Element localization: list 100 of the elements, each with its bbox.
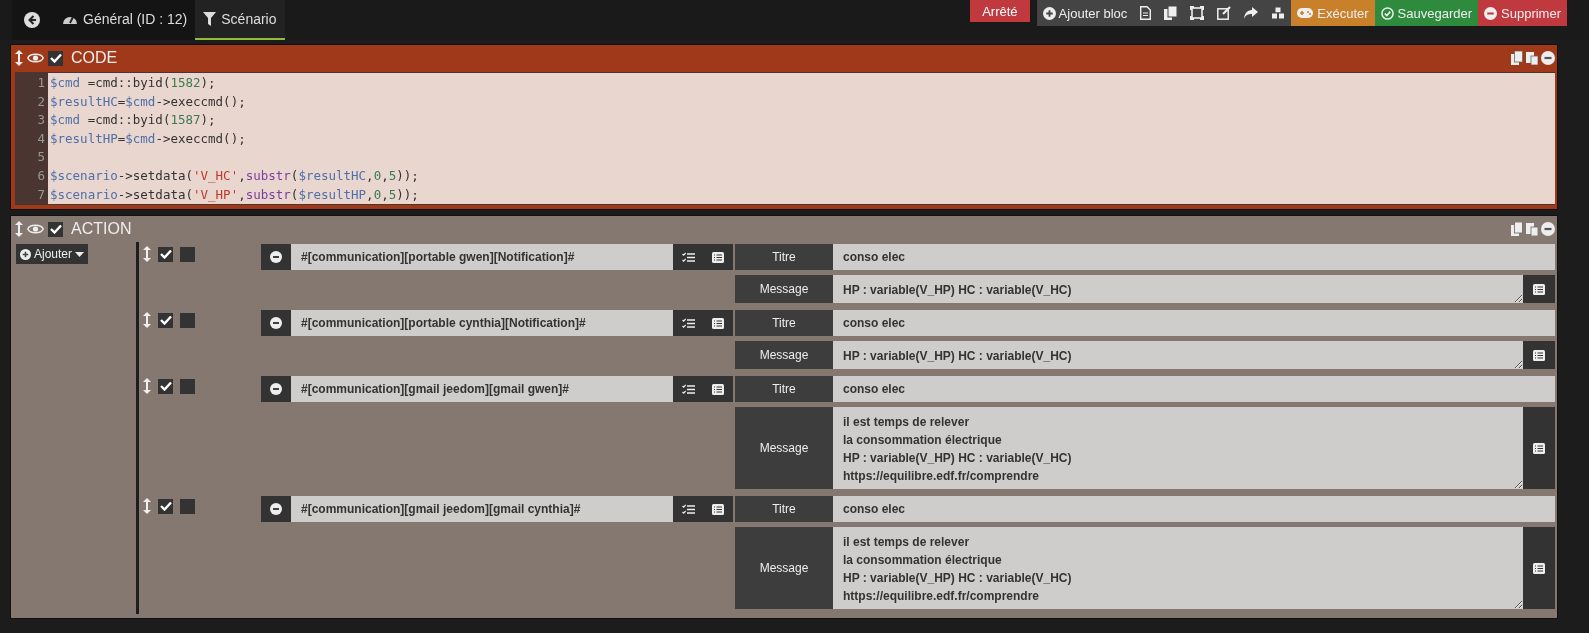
save-button[interactable]: Sauvegarder [1374, 0, 1479, 26]
list-button[interactable] [703, 376, 733, 403]
command-field[interactable]: #[communication][gmail jeedom][gmail gwen]# [291, 376, 673, 403]
paste-icon[interactable] [1526, 222, 1538, 237]
copy-icon[interactable] [1511, 222, 1523, 237]
list-button[interactable] [703, 496, 733, 523]
move-handle-icon[interactable] [15, 221, 23, 238]
remove-icon[interactable] [1541, 222, 1555, 237]
move-handle-icon[interactable] [143, 246, 151, 263]
share-icon[interactable] [1244, 7, 1259, 19]
list-icon [1533, 283, 1545, 295]
option-label: Titre [735, 376, 833, 403]
option-label: Titre [735, 496, 833, 523]
plus-icon [20, 248, 31, 260]
minus-icon [270, 503, 282, 516]
list-icon [1533, 562, 1545, 574]
checklist-button[interactable] [673, 496, 703, 523]
option-label: Titre [735, 310, 833, 337]
line-number: 7 [36, 185, 45, 204]
code-editor[interactable] [15, 72, 1555, 206]
title-field[interactable]: conso elec [833, 496, 1555, 523]
filter-icon [203, 12, 217, 26]
list-button[interactable] [703, 310, 733, 337]
list-button[interactable] [1523, 275, 1555, 304]
edit-icon[interactable] [1217, 6, 1232, 20]
minus-icon [270, 251, 282, 264]
enable-checkbox[interactable] [158, 498, 173, 514]
checklist-icon [681, 383, 695, 395]
background-checkbox[interactable] [180, 378, 195, 394]
list-button[interactable] [703, 244, 733, 271]
line-number: 3 [36, 111, 45, 130]
background-checkbox[interactable] [180, 312, 195, 328]
option-label: Message [735, 527, 833, 610]
move-handle-icon[interactable] [15, 50, 23, 66]
remove-action-button[interactable] [261, 376, 291, 403]
copy-icon[interactable] [1511, 51, 1523, 65]
line-number: 6 [36, 166, 45, 185]
status-badge: Arrêté [970, 0, 1030, 22]
list-icon [712, 251, 724, 263]
message-field[interactable]: HP : variable(V_HP) HC : variable(V_HC) [833, 341, 1523, 370]
enable-checkbox[interactable] [48, 50, 63, 66]
cubes-icon[interactable] [1271, 6, 1286, 20]
code-line: $scenario->setdata('V_HP',substr($resultHP,0,5)); [50, 186, 419, 202]
line-number: 1 [36, 74, 45, 92]
remove-action-button[interactable] [261, 244, 291, 271]
minus-icon [270, 317, 282, 330]
enable-checkbox[interactable] [158, 246, 173, 262]
remove-action-button[interactable] [261, 310, 291, 337]
plus-icon [1042, 6, 1056, 20]
block-title: CODE [71, 49, 118, 67]
option-label: Titre [735, 244, 833, 271]
title-field[interactable]: conso elec [833, 310, 1555, 337]
list-button[interactable] [1523, 407, 1555, 490]
checklist-button[interactable] [673, 376, 703, 403]
code-line: $scenario->setdata('V_HC',substr($resultHC,0,5)); [50, 167, 419, 183]
document-icon[interactable] [1140, 6, 1152, 20]
list-button[interactable] [1523, 341, 1555, 370]
paste-icon[interactable] [1526, 51, 1538, 65]
check-icon [1380, 6, 1394, 20]
copy-icon[interactable] [1164, 6, 1178, 20]
eye-icon[interactable] [27, 52, 44, 64]
list-icon [712, 503, 724, 515]
code-line: $cmd =cmd::byid(1587); [50, 112, 216, 128]
command-field[interactable]: #[communication][gmail jeedom][gmail cynthia]# [291, 496, 673, 523]
enable-checkbox[interactable] [48, 221, 63, 237]
enable-checkbox[interactable] [158, 378, 173, 394]
back-icon[interactable] [24, 12, 40, 28]
option-label: Message [735, 407, 833, 490]
message-field[interactable]: HP : variable(V_HP) HC : variable(V_HC) [833, 275, 1523, 304]
line-number: 4 [36, 129, 45, 148]
background-checkbox[interactable] [180, 498, 195, 514]
line-number: 2 [36, 92, 45, 111]
expand-icon[interactable] [1190, 6, 1205, 20]
message-field[interactable]: il est temps de relever la consommation électrique HP : variable(V_HP) HC : variable(V_HC) https://equilibre.edf.fr/comprendre [833, 407, 1523, 490]
checklist-icon [681, 317, 695, 329]
tab[interactable]: Scénario [195, 0, 285, 40]
checklist-button[interactable] [673, 310, 703, 337]
eye-icon[interactable] [27, 223, 44, 236]
background-checkbox[interactable] [180, 246, 195, 262]
command-field[interactable]: #[communication][portable cynthia][Notification]# [291, 310, 673, 337]
delete-button[interactable]: Supprimer [1478, 0, 1567, 26]
title-field[interactable]: conso elec [833, 376, 1555, 403]
line-number: 5 [36, 148, 45, 167]
remove-icon[interactable] [1541, 51, 1555, 65]
remove-action-button[interactable] [261, 496, 291, 523]
list-icon [712, 383, 724, 395]
list-button[interactable] [1523, 527, 1555, 610]
checklist-button[interactable] [673, 244, 703, 271]
move-handle-icon[interactable] [143, 312, 151, 329]
enable-checkbox[interactable] [158, 312, 173, 328]
move-handle-icon[interactable] [143, 498, 151, 515]
move-handle-icon[interactable] [143, 378, 151, 395]
add-dropdown-button[interactable]: Ajouter [16, 244, 89, 265]
message-field[interactable]: il est temps de relever la consommation électrique HP : variable(V_HP) HC : variable(V_HC) https://equilibre.edf.fr/comprendre [833, 527, 1523, 610]
title-field[interactable]: conso elec [833, 244, 1555, 271]
minus-icon [1484, 6, 1498, 20]
tab[interactable]: Général (ID : 12) [54, 0, 196, 40]
command-field[interactable]: #[communication][portable gwen][Notification]# [291, 244, 673, 271]
list-icon [712, 317, 724, 329]
code-line: $cmd =cmd::byid(1582); [50, 75, 216, 90]
